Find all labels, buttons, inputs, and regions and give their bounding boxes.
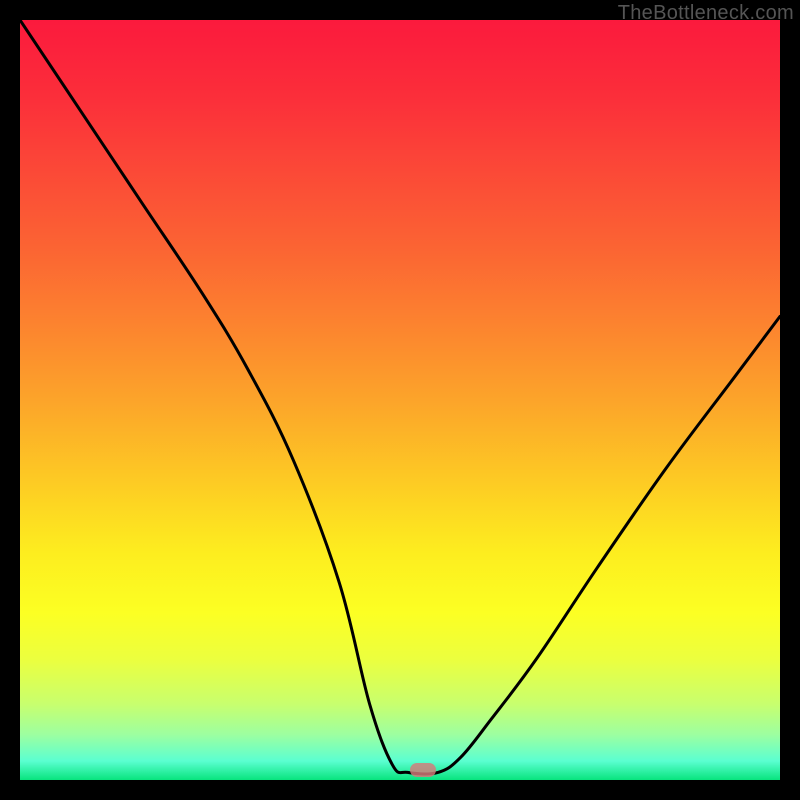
plot-area [20, 20, 780, 780]
chart-frame: TheBottleneck.com [0, 0, 800, 800]
optimal-marker [410, 763, 436, 777]
watermark-text: TheBottleneck.com [618, 2, 794, 25]
bottleneck-curve [20, 20, 780, 780]
